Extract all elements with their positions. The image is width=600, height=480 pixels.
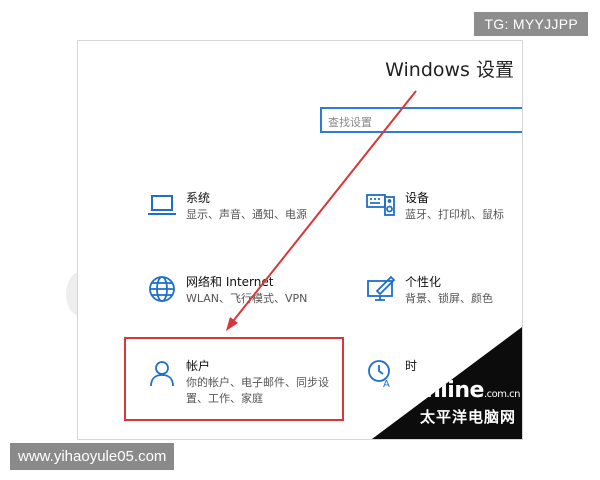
category-desc: 显示、声音、通知、电源 xyxy=(186,208,307,221)
window-title: Windows 设置 xyxy=(385,59,514,81)
category-desc: WLAN、飞行模式、VPN xyxy=(186,292,308,305)
accounts-highlight-box xyxy=(124,337,344,421)
category-name: 时 xyxy=(405,359,418,373)
settings-window: Windows 设置 查找设置 系统 显示、声音、通知、电源 设备 蓝牙、打印机… xyxy=(77,40,523,440)
search-placeholder: 查找设置 xyxy=(328,116,372,129)
category-name: 个性化 xyxy=(405,275,442,289)
globe-icon xyxy=(146,273,178,305)
paint-monitor-icon xyxy=(365,273,397,305)
search-input[interactable]: 查找设置 xyxy=(320,107,522,133)
keyboard-speaker-icon xyxy=(365,189,397,221)
pconline-tagline: 太平洋电脑网 xyxy=(419,408,516,426)
pconline-logo: PConline.com.cn xyxy=(379,378,520,403)
category-desc: 蓝牙、打印机、鼠标 xyxy=(405,208,504,221)
tg-watermark: TG: MYYJJPP xyxy=(474,12,588,36)
laptop-icon xyxy=(146,189,178,221)
svg-text:A: A xyxy=(383,379,390,389)
clock-icon: A xyxy=(365,357,397,389)
category-name: 网络和 Internet xyxy=(186,275,274,289)
category-desc: 背景、锁屏、颜色 xyxy=(405,292,493,305)
category-name: 设备 xyxy=(405,191,430,205)
category-name: 系统 xyxy=(186,191,211,205)
site-watermark: www.yihaoyule05.com xyxy=(10,443,175,470)
